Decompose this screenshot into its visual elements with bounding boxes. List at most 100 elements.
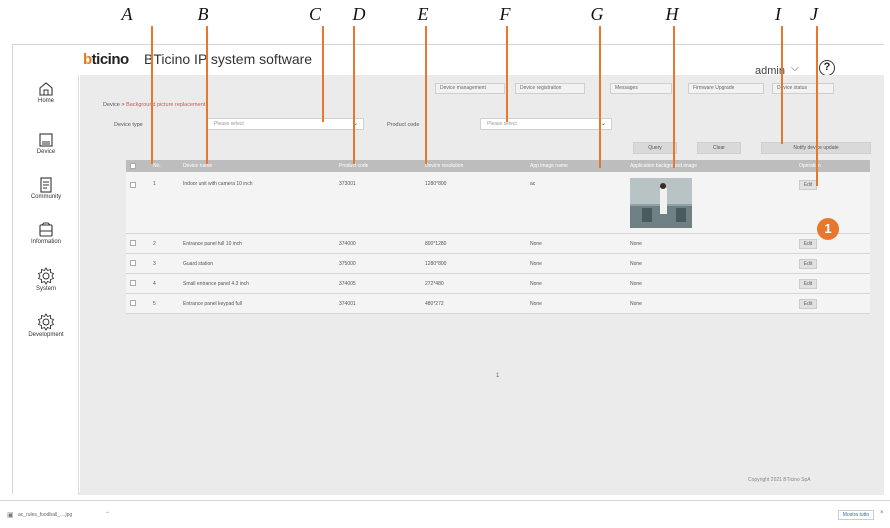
clear-button[interactable]: Clear (697, 142, 741, 154)
breadcrumb: Device > Background picture replacement (103, 102, 205, 108)
logo-text: ticino (91, 51, 130, 68)
row-no: 3 (153, 261, 156, 267)
close-icon[interactable]: × (880, 510, 884, 516)
system-gear-icon (37, 267, 55, 285)
pagination-current-page[interactable]: 1 (496, 373, 499, 379)
help-icon[interactable]: ? (819, 60, 835, 76)
guide-line-i (781, 26, 783, 144)
row-product-code: 374001 (339, 301, 356, 307)
image-file-icon: ▣ (7, 512, 14, 519)
annotation-letter-e: E (417, 4, 429, 24)
table-row: 5 Entrance panel keypad full 374001 480*… (126, 294, 870, 314)
sidebar-item-information[interactable]: Information (13, 222, 79, 262)
sidebar: Home Device Community Information System… (13, 75, 79, 495)
guide-line-g (599, 26, 601, 168)
nav-messages[interactable]: Messages (610, 83, 672, 94)
column-header-background-image: Application background image (630, 163, 697, 169)
chevron-down-icon: ⌄ (600, 121, 606, 127)
guide-line-h (673, 26, 675, 168)
breadcrumb-current: Background picture replacement (126, 102, 206, 108)
row-device-name: Entrance panel keypad full (183, 301, 242, 307)
sidebar-item-home[interactable]: Home (13, 81, 79, 121)
row-device-name: Entrance panel full 10 inch (183, 241, 242, 247)
tutorial-figure: A B C D E F G H I J bticino BTicino IP s… (0, 0, 890, 528)
row-device-name: Indoor unit with camera 10 inch (183, 181, 253, 187)
row-device-name: Small entrance panel 4.3 inch (183, 281, 249, 287)
device-type-select[interactable]: Please select ⌄ (207, 118, 364, 130)
edit-button[interactable]: Edit (799, 180, 817, 190)
row-checkbox[interactable] (130, 300, 136, 306)
guide-line-f (506, 26, 508, 122)
nav-firmware-upgrade[interactable]: Firmware Upgrade (688, 83, 764, 94)
row-product-code: 373001 (339, 181, 356, 187)
guide-line-a (151, 26, 153, 164)
edit-button[interactable]: Edit (799, 259, 817, 269)
edit-button[interactable]: Edit (799, 299, 817, 309)
background-image-thumbnail (630, 178, 692, 228)
sidebar-item-label: Information (30, 239, 61, 245)
column-header-device-resolution: Device resolution (425, 163, 464, 169)
development-gear-icon (37, 313, 55, 331)
edit-button[interactable]: Edit (799, 279, 817, 289)
device-type-label: Device type (114, 122, 143, 128)
information-icon (39, 222, 53, 237)
sidebar-item-development[interactable]: Development (13, 313, 79, 353)
row-resolution: 1280*800 (425, 181, 447, 187)
device-icon (39, 133, 53, 147)
row-no: 5 (153, 301, 156, 307)
nav-device-registration[interactable]: Device registration (515, 83, 585, 94)
row-resolution: 800*1280 (425, 241, 447, 247)
row-checkbox[interactable] (130, 260, 136, 266)
sidebar-item-label: System (35, 286, 56, 292)
app-window: bticino BTicino IP system software admin… (12, 44, 885, 495)
edit-button[interactable]: Edit (799, 239, 817, 249)
row-image-name: None (530, 261, 542, 267)
row-checkbox[interactable] (130, 280, 136, 286)
row-image-name: ac (530, 181, 536, 187)
annotation-letter-d: D (352, 4, 366, 24)
row-background-image: None (630, 241, 642, 247)
sidebar-item-label: Home (37, 98, 54, 104)
row-image-name: None (530, 241, 542, 247)
download-bar: ▣ ac_rules_foodball_....jpg ⌃ Mostra tut… (0, 500, 890, 528)
nav-device-management[interactable]: Device management (435, 83, 505, 94)
show-all-button[interactable]: Mostra tutto (838, 510, 874, 520)
product-code-select[interactable]: Please select ⌄ (480, 118, 612, 130)
table-row: 1 Indoor unit with camera 10 inch 373001… (126, 172, 870, 234)
row-image-name: None (530, 301, 542, 307)
query-button[interactable]: Query (633, 142, 677, 154)
sidebar-item-community[interactable]: Community (13, 177, 79, 217)
row-background-image: None (630, 301, 642, 307)
sidebar-item-device[interactable]: Device (13, 132, 79, 172)
chevron-down-icon[interactable]: ⌵ (791, 63, 799, 74)
table-row: 3 Guard station 375000 1280*800 None Non… (126, 254, 870, 274)
row-image-name: None (530, 281, 542, 287)
annotation-letter-f: F (499, 4, 511, 24)
row-product-code: 375000 (339, 261, 356, 267)
row-product-code: 374000 (339, 241, 356, 247)
select-all-checkbox[interactable] (130, 163, 136, 169)
download-file-name[interactable]: ac_rules_foodball_....jpg (18, 512, 72, 518)
table-header: No. Device name Product code Device reso… (126, 160, 870, 172)
device-type-placeholder: Please select (214, 121, 244, 127)
column-header-app-image-name: App image name (530, 163, 568, 169)
product-code-placeholder: Please select (487, 121, 517, 127)
row-device-name: Guard station (183, 261, 214, 267)
sidebar-item-label: Device (36, 149, 56, 155)
table-row: 4 Small entrance panel 4.3 inch 374005 2… (126, 274, 870, 294)
guide-line-d (353, 26, 355, 164)
annotation-letter-h: H (665, 4, 679, 24)
top-bar: bticino BTicino IP system software admin… (13, 45, 885, 77)
row-checkbox[interactable] (130, 182, 136, 188)
row-resolution: 480*272 (425, 301, 444, 307)
row-product-code: 374005 (339, 281, 356, 287)
copyright-text: Copyright 2021 BTicino SpA (748, 477, 811, 483)
chevron-up-icon[interactable]: ⌃ (105, 511, 110, 518)
row-no: 1 (153, 181, 156, 187)
app-title: BTicino IP system software (144, 51, 313, 67)
breadcrumb-root[interactable]: Device (103, 102, 120, 108)
row-background-image: None (630, 281, 642, 287)
sidebar-item-system[interactable]: System (13, 267, 79, 307)
table-row: 2 Entrance panel full 10 inch 374000 800… (126, 234, 870, 254)
row-checkbox[interactable] (130, 240, 136, 246)
